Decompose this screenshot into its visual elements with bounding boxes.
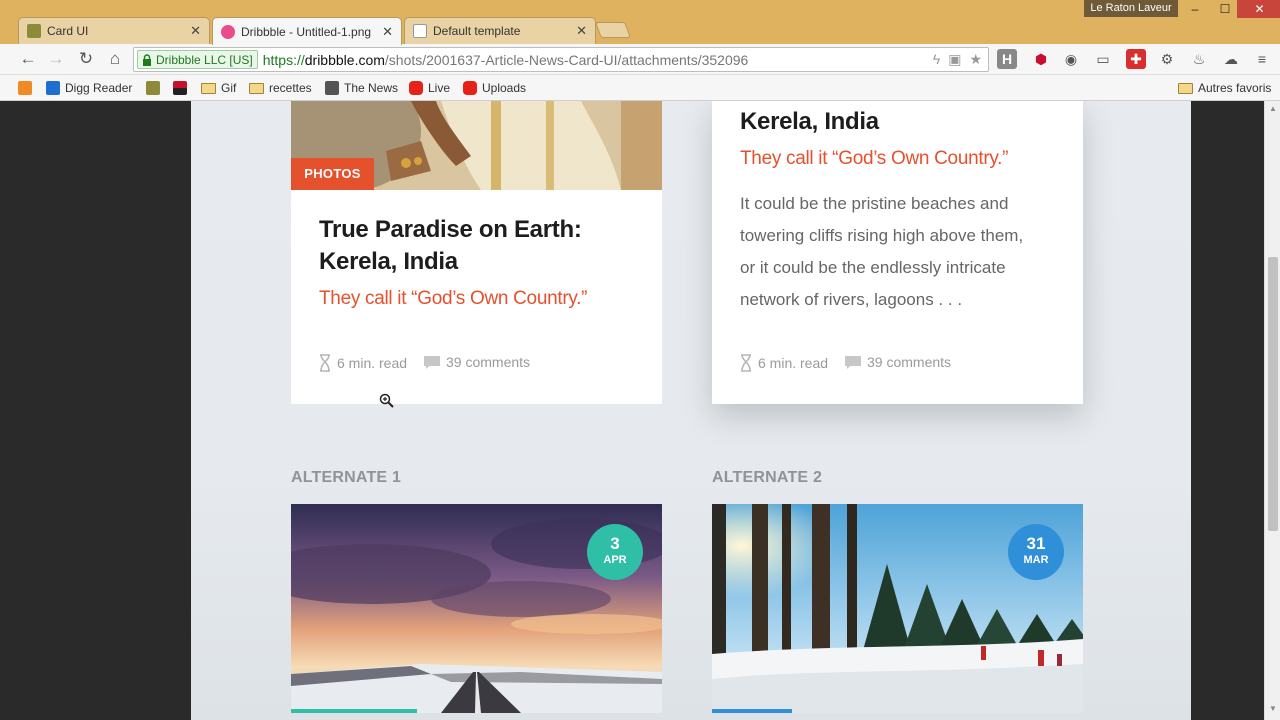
comment-icon (424, 355, 440, 369)
cast-icon[interactable]: ▭ (1093, 49, 1113, 69)
section-label-alternate-1: ALTERNATE 1 (291, 469, 402, 486)
close-tab-icon[interactable]: ✕ (576, 23, 587, 39)
address-bar[interactable]: Dribbble LLC [US] https://dribbble.com/s… (133, 47, 989, 72)
comments-count[interactable]: 39 comments (845, 354, 951, 370)
bookmark-h[interactable] (18, 79, 32, 97)
card-title[interactable]: True Paradise on Earth: Kerela, India (319, 214, 639, 278)
digg-icon (46, 81, 60, 95)
article-card-right[interactable]: Kerela, India They call it “God’s Own Co… (712, 101, 1083, 404)
flame-icon[interactable]: ♨ (1189, 49, 1209, 69)
scroll-down-icon[interactable]: ▼ (1268, 704, 1278, 714)
bookmark-recettes[interactable]: recettes (249, 79, 312, 97)
h-favicon-icon (18, 81, 32, 95)
card-subtitle: They call it “God’s Own Country.” (740, 148, 1009, 169)
accent-bar (712, 709, 792, 713)
new-tab-button[interactable] (595, 22, 631, 38)
card-title[interactable]: Kerela, India (740, 106, 1060, 138)
browser-toolbar: ← → ↻ ⌂ Dribbble LLC [US] https://dribbb… (0, 44, 1280, 75)
hourglass-icon (320, 354, 330, 372)
alternate-1-card[interactable]: 3 APR (291, 504, 662, 713)
newspaper-icon (325, 81, 339, 95)
photos-tag[interactable]: PHOTOS (291, 158, 374, 190)
bookmark-uploads[interactable]: Uploads (463, 79, 526, 97)
tab-default-template[interactable]: Default template ✕ (404, 17, 596, 44)
folder-icon (1178, 82, 1193, 94)
folder-icon (249, 82, 264, 94)
dribbble-favicon-icon (221, 24, 235, 39)
bookmark-digg-reader[interactable]: Digg Reader (46, 79, 132, 97)
read-time: 6 min. read (740, 354, 828, 372)
bookmarks-bar: Digg Reader Gif recettes The News Live U… (0, 75, 1280, 101)
youtube-icon (463, 81, 477, 95)
hourglass-icon (741, 354, 751, 372)
profile-name[interactable]: Le Raton Laveur (1084, 0, 1178, 17)
section-label-alternate-2: ALTERNATE 2 (712, 469, 823, 486)
dribbble-shot-image: PHOTOS True Paradise on Earth: Kerela, I… (191, 101, 1191, 720)
menu-icon[interactable]: ≡ (1252, 49, 1272, 69)
card-subtitle: They call it “God’s Own Country.” (319, 288, 588, 309)
bookmark-the-news[interactable]: The News (325, 79, 398, 97)
extension-record-icon[interactable]: ◉ (1061, 49, 1081, 69)
maximize-button[interactable]: ☐ (1210, 0, 1240, 18)
date-badge: 31 MAR (1008, 524, 1064, 580)
page-viewport: PHOTOS True Paradise on Earth: Kerela, I… (0, 101, 1264, 720)
bookmark-live[interactable]: Live (409, 79, 450, 97)
extension-stop-icon[interactable]: ⬢ (1031, 49, 1051, 69)
page-scrollbar[interactable]: ▲ ▼ (1264, 101, 1280, 720)
card-ui-favicon-icon (27, 24, 41, 38)
back-button[interactable]: ← (16, 48, 40, 70)
browser-titlebar: Card UI ✕ Dribbble - Untitled-1.png ✕ De… (0, 0, 1280, 45)
close-tab-icon[interactable]: ✕ (190, 23, 201, 39)
minimize-button[interactable]: – (1180, 0, 1210, 18)
page-action-icon[interactable]: ▣ (948, 51, 961, 68)
read-time: 6 min. read (319, 354, 407, 372)
close-tab-icon[interactable]: ✕ (382, 24, 393, 40)
accent-bar (291, 709, 417, 713)
extension-plus-icon[interactable]: ✚ (1126, 49, 1146, 69)
home-button[interactable]: ⌂ (103, 48, 127, 70)
alternate-2-card[interactable]: 31 MAR (712, 504, 1083, 713)
gear-icon[interactable]: ⚙ (1157, 49, 1177, 69)
card-excerpt: It could be the pristine beaches and tow… (740, 194, 1024, 309)
bookmark-star-icon[interactable]: ★ (969, 51, 982, 68)
bookmark-gif[interactable]: Gif (201, 79, 236, 97)
flag-icon (173, 81, 187, 95)
zoom-cursor-icon (379, 393, 394, 408)
bookmark-flag[interactable] (173, 79, 187, 97)
comments-count[interactable]: 39 comments (424, 354, 530, 370)
comment-icon (845, 355, 861, 369)
tab-card-ui[interactable]: Card UI ✕ (18, 17, 210, 44)
cloud-upload-icon[interactable]: ☁ (1221, 49, 1241, 69)
scroll-up-icon[interactable]: ▲ (1268, 104, 1278, 114)
url-text[interactable]: https://dribbble.com/shots/2001637-Artic… (263, 52, 749, 68)
secure-badge[interactable]: Dribbble LLC [US] (137, 50, 258, 69)
tab-dribbble[interactable]: Dribbble - Untitled-1.png ✕ (212, 17, 402, 45)
date-badge: 3 APR (587, 524, 643, 580)
extension-h-icon[interactable]: H (997, 49, 1017, 69)
page-favicon-icon (413, 24, 427, 38)
bookmark-other-favorites[interactable]: Autres favoris (1178, 79, 1271, 97)
card-cover-photo: PHOTOS (291, 101, 662, 190)
lightning-icon[interactable]: ϟ (933, 51, 940, 68)
box-icon (146, 81, 160, 95)
close-window-button[interactable]: ✕ (1237, 0, 1280, 18)
folder-icon (201, 82, 216, 94)
forward-button[interactable]: → (44, 48, 68, 70)
reload-button[interactable]: ↻ (74, 48, 98, 70)
article-card-left[interactable]: PHOTOS True Paradise on Earth: Kerela, I… (291, 101, 662, 404)
youtube-icon (409, 81, 423, 95)
bookmark-box[interactable] (146, 79, 160, 97)
lock-icon (143, 53, 151, 66)
scrollbar-thumb[interactable] (1268, 257, 1278, 531)
